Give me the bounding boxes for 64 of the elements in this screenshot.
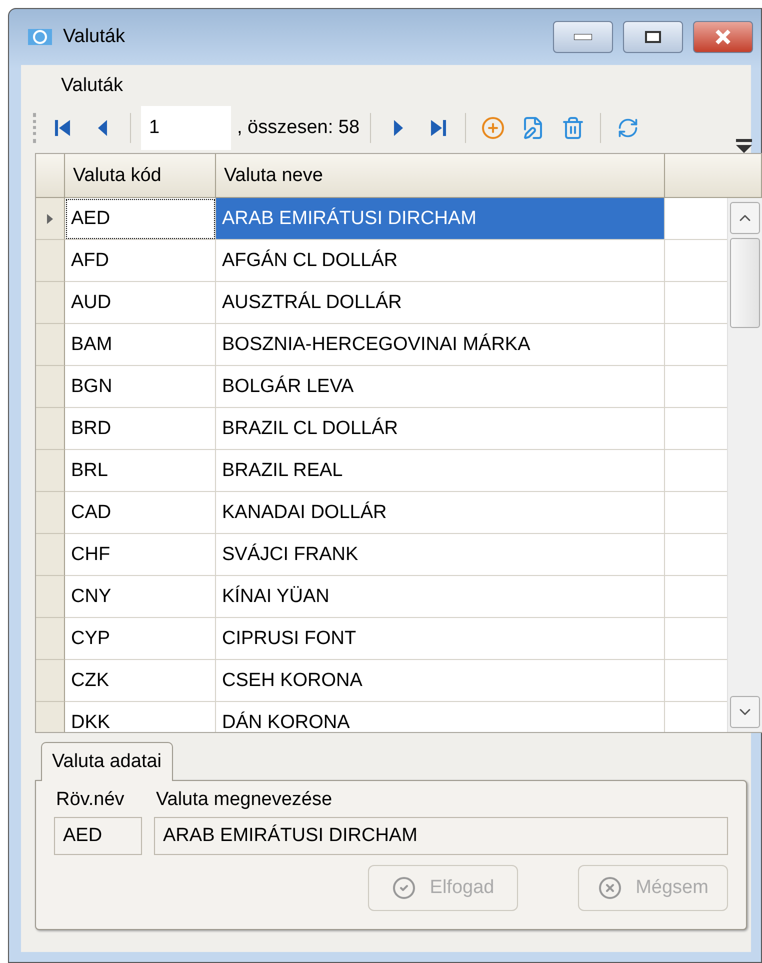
table-cell: SVÁJCI FRANK bbox=[216, 534, 665, 576]
record-count: , összesen: 58 bbox=[237, 117, 360, 139]
delete-icon[interactable] bbox=[560, 116, 585, 140]
input-field[interactable]: ARAB EMIRÁTUSI DIRCHAM bbox=[154, 817, 728, 855]
table-cell: BGN bbox=[65, 366, 216, 408]
column-header[interactable]: Valuta neve bbox=[216, 154, 665, 198]
maximize-button[interactable] bbox=[623, 21, 683, 53]
row-header[interactable] bbox=[36, 534, 65, 576]
refresh-icon[interactable] bbox=[616, 117, 639, 139]
row-header[interactable] bbox=[36, 282, 65, 324]
table-cell: CNY bbox=[65, 576, 216, 618]
table-cell: CYP bbox=[65, 618, 216, 660]
add-icon[interactable] bbox=[480, 116, 505, 140]
table-cell: BAM bbox=[65, 324, 216, 366]
row-header[interactable] bbox=[36, 408, 65, 450]
minimize-button[interactable] bbox=[553, 21, 613, 53]
row-header-corner bbox=[36, 154, 65, 198]
row-header[interactable] bbox=[36, 702, 65, 732]
row-header[interactable] bbox=[36, 492, 65, 534]
row-header[interactable] bbox=[36, 324, 65, 366]
table-cell: BRL bbox=[65, 450, 216, 492]
check-icon bbox=[392, 876, 416, 900]
table-cell: ARAB EMIRÁTUSI DIRCHAM bbox=[216, 198, 665, 240]
row-header[interactable] bbox=[36, 450, 65, 492]
table-cell: CIPRUSI FONT bbox=[216, 618, 665, 660]
table-cell: AFGÁN CL DOLLÁR bbox=[216, 240, 665, 282]
row-header[interactable] bbox=[36, 366, 65, 408]
maximize-icon bbox=[645, 31, 661, 43]
app-icon bbox=[27, 27, 53, 47]
row-header[interactable] bbox=[36, 240, 65, 282]
field-label: Röv.név bbox=[55, 789, 126, 811]
table-cell: AUD bbox=[65, 282, 216, 324]
column-header[interactable]: Valuta kód bbox=[65, 154, 216, 198]
table-cell: CAD bbox=[65, 492, 216, 534]
menu-item[interactable]: Valuták bbox=[61, 75, 123, 96]
minimize-icon bbox=[574, 34, 592, 40]
close-icon bbox=[714, 29, 732, 45]
window-title: Valuták bbox=[63, 26, 126, 48]
close-icon bbox=[598, 876, 622, 900]
table-cell: AED bbox=[65, 198, 216, 240]
table-cell: CHF bbox=[65, 534, 216, 576]
row-header[interactable] bbox=[36, 198, 65, 240]
table-cell: BRAZIL REAL bbox=[216, 450, 665, 492]
row-header[interactable] bbox=[36, 576, 65, 618]
input-field[interactable]: AED bbox=[54, 817, 142, 855]
table-cell: AFD bbox=[65, 240, 216, 282]
table-cell: BRAZIL CL DOLLÁR bbox=[216, 408, 665, 450]
row-header[interactable] bbox=[36, 660, 65, 702]
table-cell: KANADAI DOLLÁR bbox=[216, 492, 665, 534]
table-cell: AUSZTRÁL DOLLÁR bbox=[216, 282, 665, 324]
close-button[interactable] bbox=[693, 21, 753, 53]
position-field[interactable]: 1 bbox=[141, 106, 231, 150]
table-cell: BRD bbox=[65, 408, 216, 450]
field-label: Valuta megnevezése bbox=[155, 789, 334, 811]
table-cell: CZK bbox=[65, 660, 216, 702]
table-cell: CSEH KORONA bbox=[216, 660, 665, 702]
details-tab[interactable]: Valuta adatai bbox=[41, 742, 173, 781]
vertical-scrollbar[interactable] bbox=[727, 198, 762, 732]
scroll-thumb[interactable] bbox=[730, 238, 760, 328]
row-header[interactable] bbox=[36, 618, 65, 660]
table-cell: BOLGÁR LEVA bbox=[216, 366, 665, 408]
table-cell: BOSZNIA-HERCEGOVINAI MÁRKA bbox=[216, 324, 665, 366]
current-row-icon bbox=[46, 212, 54, 224]
table-cell: KÍNAI YÜAN bbox=[216, 576, 665, 618]
